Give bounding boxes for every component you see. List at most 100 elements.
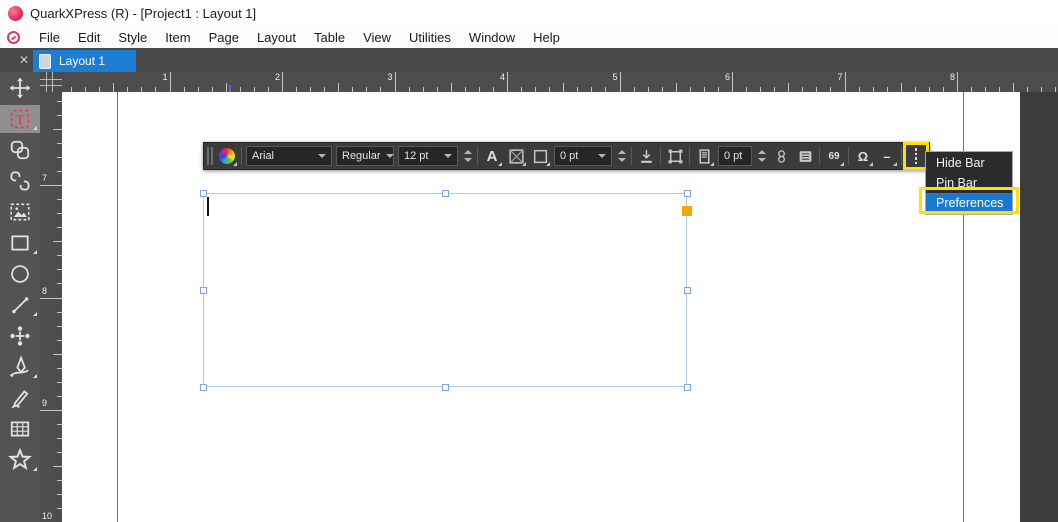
picture-content-tool[interactable] (0, 198, 40, 226)
color-picker-button[interactable] (217, 145, 237, 167)
pasteboard-edge (1020, 92, 1058, 522)
item-move-tool[interactable] (0, 74, 40, 102)
handle-middle-left[interactable] (200, 287, 207, 294)
font-size-stepper[interactable] (462, 150, 473, 162)
quarkxpress-logo-icon (8, 5, 23, 21)
ruler-number: 9 (42, 398, 48, 408)
rectangle-box-tool[interactable] (0, 229, 40, 257)
dash-button[interactable]: – (877, 145, 897, 167)
menu-item-preferences[interactable]: Preferences (926, 193, 1012, 213)
handle-bottom-right[interactable] (684, 384, 691, 391)
oval-box-tool[interactable] (0, 260, 40, 288)
ruler-tick (40, 297, 62, 299)
ruler-tick (957, 72, 958, 92)
frame-width-stepper[interactable] (616, 150, 627, 162)
bezier-pen-tool[interactable] (0, 353, 40, 381)
toolbar-separator (819, 147, 820, 165)
font-style-select[interactable]: Regular (336, 146, 394, 166)
orange-status-handle[interactable] (682, 206, 692, 216)
menu-table[interactable]: Table (305, 28, 354, 47)
spacing-input[interactable]: 0 pt (718, 146, 752, 166)
menu-style[interactable]: Style (109, 28, 156, 47)
text-linking-tool[interactable] (0, 136, 40, 164)
ruler-tick (338, 83, 340, 92)
frame-color-button[interactable] (530, 145, 550, 167)
menu-item-pin-bar[interactable]: Pin Bar (926, 173, 1012, 193)
handle-top-right[interactable] (684, 190, 691, 197)
column-options-button[interactable] (694, 145, 714, 167)
menu-window[interactable]: Window (460, 28, 524, 47)
menu-view[interactable]: View (354, 28, 400, 47)
font-family-select[interactable]: Arial (246, 146, 332, 166)
text-color-button[interactable]: A (482, 145, 502, 167)
handle-top-left[interactable] (200, 190, 207, 197)
toolbar-separator (901, 147, 902, 165)
text-content-tool[interactable]: T (0, 105, 40, 133)
menu-file[interactable]: File (30, 28, 69, 47)
text-column-icon (699, 148, 709, 164)
ruler-tick (788, 83, 790, 92)
chevron-down-icon (318, 154, 326, 158)
link-button[interactable] (771, 145, 791, 167)
horizontal-ruler[interactable]: 1 2 3 4 5 6 7 8 (62, 72, 1058, 92)
toolbar-separator (477, 147, 478, 165)
ruler-tick (282, 72, 283, 92)
ruler-tick (619, 72, 621, 92)
ruler-origin-corner[interactable] (40, 72, 62, 92)
chevron-down-icon (598, 154, 606, 158)
font-family-value: Arial (252, 150, 275, 162)
vertical-dots-icon (913, 148, 920, 164)
ruler-tick (53, 353, 62, 355)
spacing-stepper[interactable] (756, 150, 767, 162)
menu-item[interactable]: Item (156, 28, 199, 47)
toolbar-overflow-button[interactable] (903, 142, 929, 170)
chain-link-icon (777, 149, 785, 163)
ruler-tick (113, 83, 115, 92)
quotes-button[interactable]: 69 (824, 145, 844, 167)
tab-layout-1[interactable]: Layout 1 (33, 50, 136, 72)
edit-frame-button[interactable] (665, 145, 685, 167)
ruler-tick (40, 185, 62, 186)
quarkxpress-window: QuarkXPress (R) - [Project1 : Layout 1] … (0, 0, 1058, 522)
toolbar-separator (848, 147, 849, 165)
ruler-tick (53, 466, 62, 468)
handle-bottom-left[interactable] (200, 384, 207, 391)
menu-help[interactable]: Help (524, 28, 569, 47)
svg-text:T: T (16, 112, 25, 127)
close-view-icon[interactable]: ✕ (14, 51, 34, 69)
document-icon[interactable] (7, 30, 20, 44)
table-tool[interactable] (0, 415, 40, 443)
import-text-button[interactable] (636, 145, 656, 167)
font-size-select[interactable]: 12 pt (398, 146, 458, 166)
ruler-tick (225, 83, 227, 92)
list-icon (799, 150, 811, 162)
menu-page[interactable]: Page (200, 28, 248, 47)
menu-utilities[interactable]: Utilities (400, 28, 460, 47)
toolbar-separator (631, 147, 632, 165)
menu-item-hide-bar[interactable]: Hide Bar (926, 153, 1012, 173)
special-character-button[interactable]: Ω (853, 145, 873, 167)
text-insertion-caret (207, 197, 209, 216)
text-unlinking-tool[interactable] (0, 167, 40, 195)
handle-bottom-center[interactable] (442, 384, 449, 391)
text-box[interactable] (203, 193, 687, 387)
edit-points-tool[interactable] (0, 322, 40, 350)
menu-edit[interactable]: Edit (69, 28, 109, 47)
layout-tab-bar: ✕ Layout 1 (0, 48, 1058, 72)
toolbar-grip-handle[interactable] (207, 147, 213, 165)
menu-layout[interactable]: Layout (248, 28, 305, 47)
star-tool[interactable] (0, 446, 40, 474)
freehand-drawing-tool[interactable] (0, 384, 40, 412)
window-title: QuarkXPress (R) - [Project1 : Layout 1] (30, 5, 257, 21)
ruler-number: 8 (949, 72, 955, 82)
story-editor-button[interactable] (795, 145, 815, 167)
handle-middle-right[interactable] (684, 287, 691, 294)
handle-top-center[interactable] (442, 190, 449, 197)
no-fill-button[interactable] (506, 145, 526, 167)
vertical-ruler[interactable]: 7 8 9 10 (40, 92, 62, 522)
ruler-number: 1 (162, 72, 168, 82)
frame-width-select[interactable]: 0 pt (554, 146, 612, 166)
line-tool[interactable] (0, 291, 40, 319)
frame-box-icon (533, 149, 547, 163)
ruler-tick (844, 72, 846, 92)
